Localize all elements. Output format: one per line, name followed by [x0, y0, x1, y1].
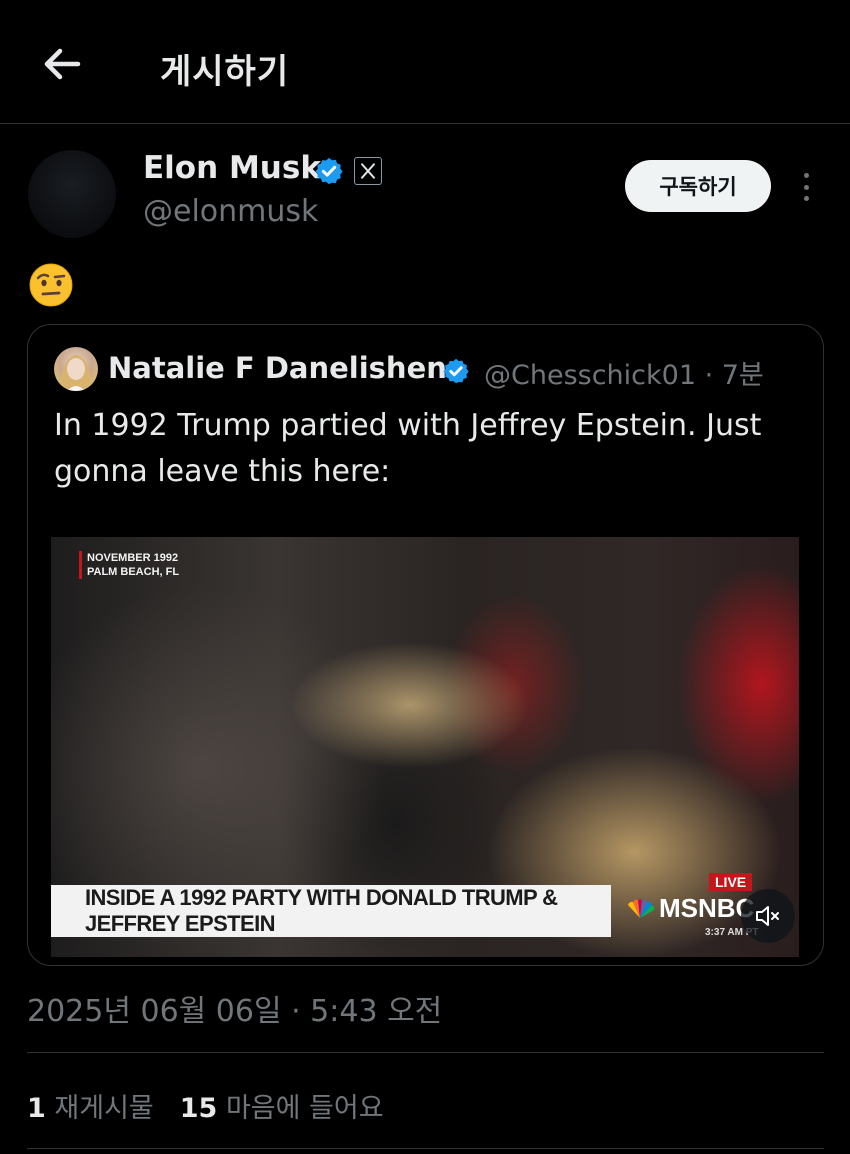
raised-eyebrow-emoji-icon — [29, 263, 73, 307]
more-options-button[interactable] — [794, 170, 818, 204]
video-lower-third: INSIDE A 1992 PARTY WITH DONALD TRUMP & … — [51, 885, 611, 937]
post-stats: 1 재게시물 15 마음에 들어요 — [27, 1086, 384, 1125]
video-location-caption: NOVEMBER 1992 PALM BEACH, FL — [79, 551, 179, 579]
more-vertical-icon — [803, 173, 809, 178]
quoted-author-name[interactable]: Natalie F Danelishen — [108, 351, 447, 385]
author-name[interactable]: Elon Musk — [143, 150, 321, 186]
peacock-icon — [628, 898, 655, 918]
x-affiliate-badge-icon — [354, 157, 382, 185]
quoted-author-handle: @Chesschick01 · 7분 — [484, 360, 764, 391]
author-handle[interactable]: @elonmusk — [143, 194, 318, 229]
video-player[interactable]: NOVEMBER 1992 PALM BEACH, FL INSIDE A 19… — [51, 537, 799, 957]
post-timestamp[interactable]: 2025년 06월 06일 · 5:43 오전 — [27, 986, 442, 1030]
back-button[interactable] — [38, 40, 86, 88]
divider — [27, 1148, 824, 1149]
top-bar: 게시하기 — [0, 0, 850, 124]
quoted-post-card[interactable]: Natalie F Danelishen @Chesschick01 · 7분 … — [27, 324, 824, 966]
divider — [27, 1052, 824, 1053]
volume-muted-icon — [756, 906, 779, 926]
verified-badge-icon — [443, 358, 469, 384]
mute-toggle-button[interactable] — [741, 889, 795, 943]
reposts-stat[interactable]: 1 재게시물 — [27, 1086, 154, 1125]
arrow-left-icon — [44, 48, 81, 80]
verified-badge-icon — [315, 157, 343, 185]
quoted-author-avatar[interactable] — [54, 347, 98, 391]
subscribe-button[interactable]: 구독하기 — [625, 160, 771, 212]
quoted-post-text: In 1992 Trump partied with Jeffrey Epste… — [54, 408, 762, 489]
network-logo: MSNBC — [625, 893, 754, 924]
author-avatar[interactable] — [28, 150, 116, 238]
live-badge: LIVE — [709, 873, 753, 891]
likes-stat[interactable]: 15 마음에 들어요 — [180, 1086, 384, 1125]
page-title: 게시하기 — [160, 52, 290, 92]
